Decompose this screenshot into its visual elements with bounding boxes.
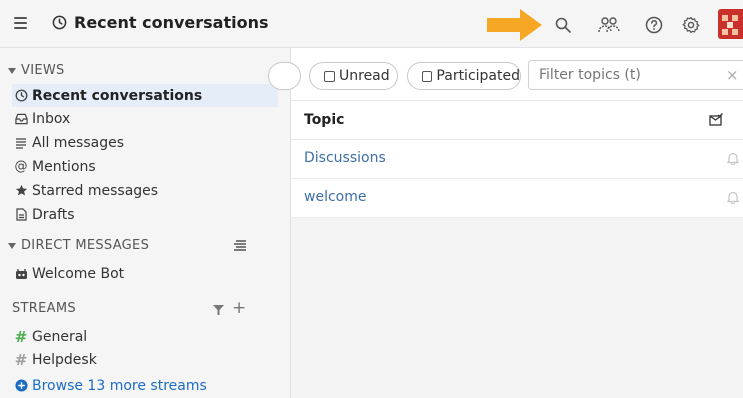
settings-button[interactable] [680, 14, 702, 36]
bell-icon[interactable] [727, 191, 739, 204]
browse-streams-link[interactable]: Browse 13 more streams [12, 374, 278, 397]
mark-as-read-icon[interactable] [709, 113, 723, 126]
unread-filter-button[interactable]: Unread [309, 62, 398, 90]
nav-label: Inbox [32, 110, 71, 127]
stream-general[interactable]: # General [12, 325, 278, 348]
empty-area [291, 218, 743, 398]
filter-topics-input[interactable] [528, 60, 743, 90]
star-icon [14, 184, 28, 198]
topic-link[interactable]: Discussions [304, 150, 386, 166]
views-heading-label: VIEWS [21, 63, 65, 78]
help-button[interactable] [643, 14, 665, 36]
hashtag-icon: # [14, 327, 28, 346]
nav-label: Recent conversations [32, 87, 203, 104]
inbox-icon [14, 112, 28, 126]
search-button[interactable] [552, 14, 574, 36]
nav-label: All messages [32, 134, 125, 151]
help-icon [645, 16, 663, 34]
nav-label: General [32, 328, 88, 345]
filter-streams-icon[interactable] [213, 305, 224, 315]
topic-link[interactable]: welcome [304, 189, 366, 205]
nav-recent-conversations[interactable]: Recent conversations [12, 84, 278, 107]
menu-icon[interactable] [14, 17, 27, 29]
checkbox-icon [324, 70, 335, 82]
bot-icon [14, 267, 28, 281]
nav-drafts[interactable]: Drafts [12, 203, 278, 226]
drafts-icon [14, 208, 28, 222]
topic-column-header[interactable]: Topic [304, 112, 344, 128]
nav-inbox[interactable]: Inbox [12, 107, 278, 130]
top-navbar: Recent conversations [0, 0, 743, 48]
hashtag-icon: # [14, 350, 28, 369]
arrow-annotation [487, 9, 542, 41]
table-row[interactable]: Discussions [291, 140, 743, 179]
nav-label: Welcome Bot [32, 265, 125, 282]
filter-pill-partial[interactable] [268, 62, 301, 90]
bell-icon[interactable] [727, 152, 739, 165]
avatar[interactable] [718, 9, 743, 39]
participated-filter-button[interactable]: Participated [407, 62, 521, 90]
nav-label: Helpdesk [32, 351, 97, 368]
page-title: Recent conversations [74, 13, 269, 32]
topics-table: Topic Discussions welcome [291, 100, 743, 218]
nav-starred-messages[interactable]: Starred messages [12, 179, 278, 202]
collapse-caret-icon [8, 242, 16, 249]
users-icon [598, 17, 620, 33]
clock-icon [14, 89, 28, 103]
table-row[interactable]: welcome [291, 179, 743, 218]
checkbox-icon [422, 70, 433, 82]
at-icon: @ [14, 159, 28, 174]
plus-circle-icon [14, 379, 28, 393]
table-header: Topic [291, 100, 743, 140]
stream-helpdesk[interactable]: # Helpdesk [12, 348, 278, 371]
unread-label: Unread [339, 68, 390, 84]
nav-label: Browse 13 more streams [32, 377, 207, 394]
nav-mentions[interactable]: @ Mentions [12, 155, 278, 178]
direct-messages-heading[interactable]: DIRECT MESSAGES [8, 238, 149, 253]
nav-label: Starred messages [32, 182, 159, 199]
search-icon [555, 17, 571, 33]
direct-messages-heading-label: DIRECT MESSAGES [21, 238, 150, 253]
streams-heading[interactable]: STREAMS [12, 301, 76, 316]
add-stream-icon[interactable]: + [232, 298, 246, 318]
dm-list-icon[interactable] [233, 240, 247, 252]
collapse-caret-icon [8, 67, 16, 74]
clear-filter-icon[interactable]: × [726, 66, 739, 84]
users-button[interactable] [598, 14, 620, 36]
participated-label: Participated [436, 68, 520, 84]
nav-label: Mentions [32, 158, 96, 175]
clock-icon [52, 15, 67, 30]
dm-welcome-bot[interactable]: Welcome Bot [12, 262, 278, 285]
views-heading[interactable]: VIEWS [8, 63, 65, 78]
nav-label: Drafts [32, 206, 75, 223]
nav-all-messages[interactable]: All messages [12, 131, 278, 154]
gear-icon [682, 16, 700, 34]
streams-heading-label: STREAMS [12, 301, 76, 316]
all-messages-icon [14, 136, 28, 150]
